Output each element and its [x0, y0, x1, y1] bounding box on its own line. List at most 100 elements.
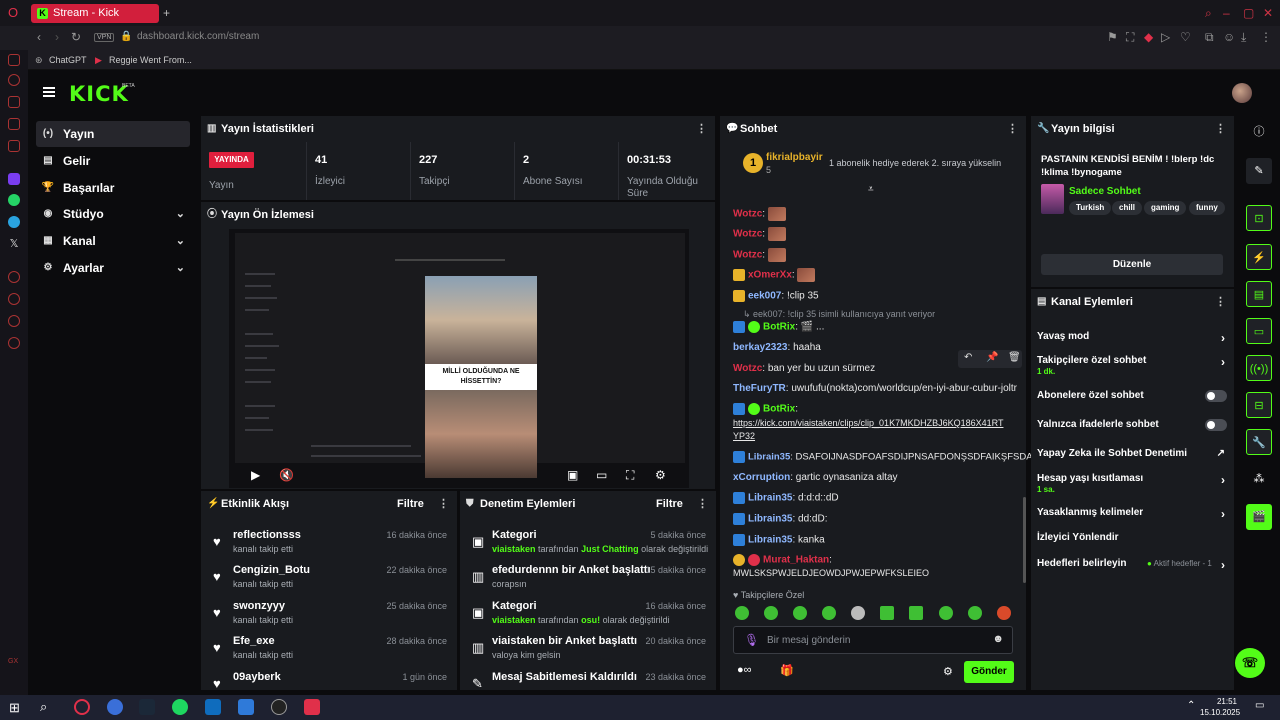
leaderboard-user[interactable]: fikrialpbayir — [766, 152, 823, 163]
browser-tab-active[interactable]: K Stream - Kick Dashboard — [31, 4, 159, 38]
wallet-icon[interactable] — [8, 118, 20, 130]
send-button[interactable]: Gönder — [964, 661, 1014, 683]
layout-tool-icon[interactable]: ⊟ — [1246, 392, 1272, 418]
search-tabs-icon[interactable]: ⌕ — [1205, 6, 1212, 21]
subscribers-only-toggle[interactable] — [1205, 390, 1227, 402]
emote-icon[interactable] — [764, 606, 778, 620]
emotes-only-toggle[interactable] — [1205, 419, 1227, 431]
outlook-taskbar-icon[interactable] — [205, 699, 221, 715]
steam-taskbar-icon[interactable] — [139, 699, 155, 715]
moderation-menu-icon[interactable]: ⋮ — [697, 491, 708, 517]
app2-taskbar-icon[interactable] — [304, 699, 320, 715]
fullscreen-icon[interactable]: ⛶ — [626, 468, 634, 483]
emote-icon[interactable] — [968, 606, 982, 620]
emote-icon[interactable] — [909, 606, 923, 620]
activity-menu-icon[interactable]: ⋮ — [438, 491, 449, 517]
maximize-icon[interactable]: ▢ — [1243, 6, 1254, 20]
url-field[interactable]: dashboard.kick.com/stream — [137, 31, 259, 42]
bookmark-icon[interactable]: ⚑ — [1107, 30, 1118, 44]
action-ai-moderation[interactable]: Yapay Zeka ile Sohbet Denetimi ↗ — [1037, 448, 1227, 459]
camera-tool-icon[interactable]: ⊡ — [1246, 205, 1272, 231]
taskbar-date[interactable]: 15.10.2025 — [1200, 708, 1240, 717]
action-raid[interactable]: İzleyici Yönlendir — [1037, 532, 1227, 543]
chat-username[interactable]: Murat_Haktan — [763, 555, 829, 566]
emote-icon[interactable] — [939, 606, 953, 620]
chat-username[interactable]: Librain35 — [748, 493, 792, 504]
chat-tool-icon[interactable]: ▭ — [1246, 318, 1272, 344]
activity-user[interactable]: reflectionsss — [233, 529, 301, 541]
spotify-taskbar-icon[interactable] — [172, 699, 188, 715]
kick-logo[interactable]: KICK — [69, 82, 129, 106]
chrome-taskbar-icon[interactable] — [107, 699, 123, 715]
hamburger-menu-icon[interactable] — [43, 87, 55, 97]
play-icon[interactable]: ▷ — [1161, 30, 1170, 44]
history-icon[interactable] — [8, 74, 20, 86]
extensions-icon[interactable]: ⧉ — [1205, 30, 1214, 45]
clapper-tool-icon[interactable]: 🎬 — [1246, 504, 1272, 530]
chat-username[interactable]: xOmerXx — [748, 270, 792, 281]
clock-icon[interactable] — [8, 293, 20, 305]
chat-username[interactable]: xCorruption — [733, 472, 790, 483]
shield-icon[interactable]: ◆ — [1144, 30, 1153, 44]
chat-username[interactable]: Wotzc — [733, 250, 762, 261]
snapshot-icon[interactable]: ⛶ — [1126, 30, 1134, 45]
stream-category[interactable]: Sadece Sohbet — [1069, 186, 1141, 197]
sidebar-item-gelir[interactable]: ▤ Gelir — [36, 148, 190, 174]
sidebar-item-kanal[interactable]: ▦ Kanal ⌄ — [36, 228, 190, 254]
edit-stream-button[interactable]: Düzenle — [1041, 254, 1223, 275]
action-banned-words[interactable]: Yasaklanmış kelimeler › — [1037, 507, 1227, 521]
activity-filter-button[interactable]: Filtre — [397, 491, 424, 517]
quick-emotes-icon[interactable]: ●∞ — [737, 664, 752, 676]
start-icon[interactable]: ⊞ — [9, 700, 20, 716]
chat-username[interactable]: eek007 — [748, 291, 781, 302]
notes-tool-icon[interactable]: ▤ — [1246, 281, 1272, 307]
flow-icon[interactable] — [8, 315, 20, 327]
mod-user[interactable]: viaistaken — [492, 544, 536, 554]
bag-icon[interactable] — [8, 96, 20, 108]
emote-icon[interactable] — [822, 606, 836, 620]
forward-icon[interactable]: › — [55, 30, 59, 44]
theater-icon[interactable]: ▭ — [596, 468, 607, 482]
download-icon[interactable]: ⤓ — [1241, 30, 1246, 45]
activity-user[interactable]: Efe_exe — [233, 635, 275, 647]
gx-icon[interactable]: GX — [8, 656, 20, 668]
chat-username[interactable]: Librain35 — [748, 452, 790, 463]
emote-icon[interactable] — [793, 606, 807, 620]
user-avatar[interactable] — [1232, 83, 1252, 103]
sidebar-settings-icon[interactable] — [8, 337, 20, 349]
obs-taskbar-icon[interactable] — [271, 699, 287, 715]
emote-icon[interactable] — [851, 606, 865, 620]
bookmark-chatgpt[interactable]: ChatGPT — [49, 55, 87, 65]
activity-user[interactable]: 09ayberk — [233, 671, 281, 683]
opera-gx-taskbar-icon[interactable] — [74, 699, 90, 715]
heart-icon[interactable]: ♡ — [1180, 30, 1191, 44]
sidebar-item-ayarlar[interactable]: ⚙ Ayarlar ⌄ — [36, 255, 190, 281]
chat-username[interactable]: berkay2323 — [733, 342, 788, 353]
sidebar-item-yayin[interactable]: (•) Yayın — [36, 121, 190, 147]
chat-link[interactable]: YP32 — [733, 431, 755, 441]
delete-action-icon[interactable]: 🗑 — [1008, 352, 1021, 363]
sidebar-item-basarilar[interactable]: 🏆 Başarılar — [36, 175, 190, 201]
mic-icon[interactable]: 🎙 — [744, 633, 759, 647]
app-taskbar-icon[interactable] — [238, 699, 254, 715]
profile-icon[interactable]: ☺ — [1223, 30, 1235, 44]
stream-preview-video[interactable]: MİLLİ OLDUĞUNDA NE HİSSETTİN? ▶ 🔇 ▣ ▭ ⛶ … — [229, 229, 689, 488]
info-icon[interactable]: ⓘ — [1246, 119, 1272, 145]
stats-menu-icon[interactable]: ⋮ — [696, 116, 707, 142]
reload-icon[interactable]: ↻ — [71, 30, 81, 44]
chat-menu-icon[interactable]: ⋮ — [1007, 116, 1018, 142]
emote-icon[interactable] — [997, 606, 1011, 620]
play-button-icon[interactable]: ▶ — [251, 468, 260, 482]
chat-input-field[interactable]: 🎙 Bir mesaj gönderin ☻ — [733, 626, 1013, 654]
action-followers-only[interactable]: Takipçilere özel sohbet 1 dk. › — [1037, 355, 1227, 376]
close-window-icon[interactable]: ✕ — [1263, 6, 1273, 20]
player-icon[interactable] — [8, 271, 20, 283]
telegram-icon[interactable] — [8, 216, 20, 228]
emoji-picker-icon[interactable]: ☻ — [992, 633, 1004, 645]
chat-username[interactable]: Librain35 — [748, 514, 792, 525]
action-slow-mode[interactable]: Yavaş mod › — [1037, 331, 1227, 345]
bolt-tool-icon[interactable]: ⚡ — [1246, 244, 1272, 270]
back-icon[interactable]: ‹ — [37, 30, 41, 44]
action-goals[interactable]: Hedefleri belirleyin ● Aktif hedefler - 1… — [1037, 558, 1227, 572]
chat-username[interactable]: Wotzc — [733, 229, 762, 240]
